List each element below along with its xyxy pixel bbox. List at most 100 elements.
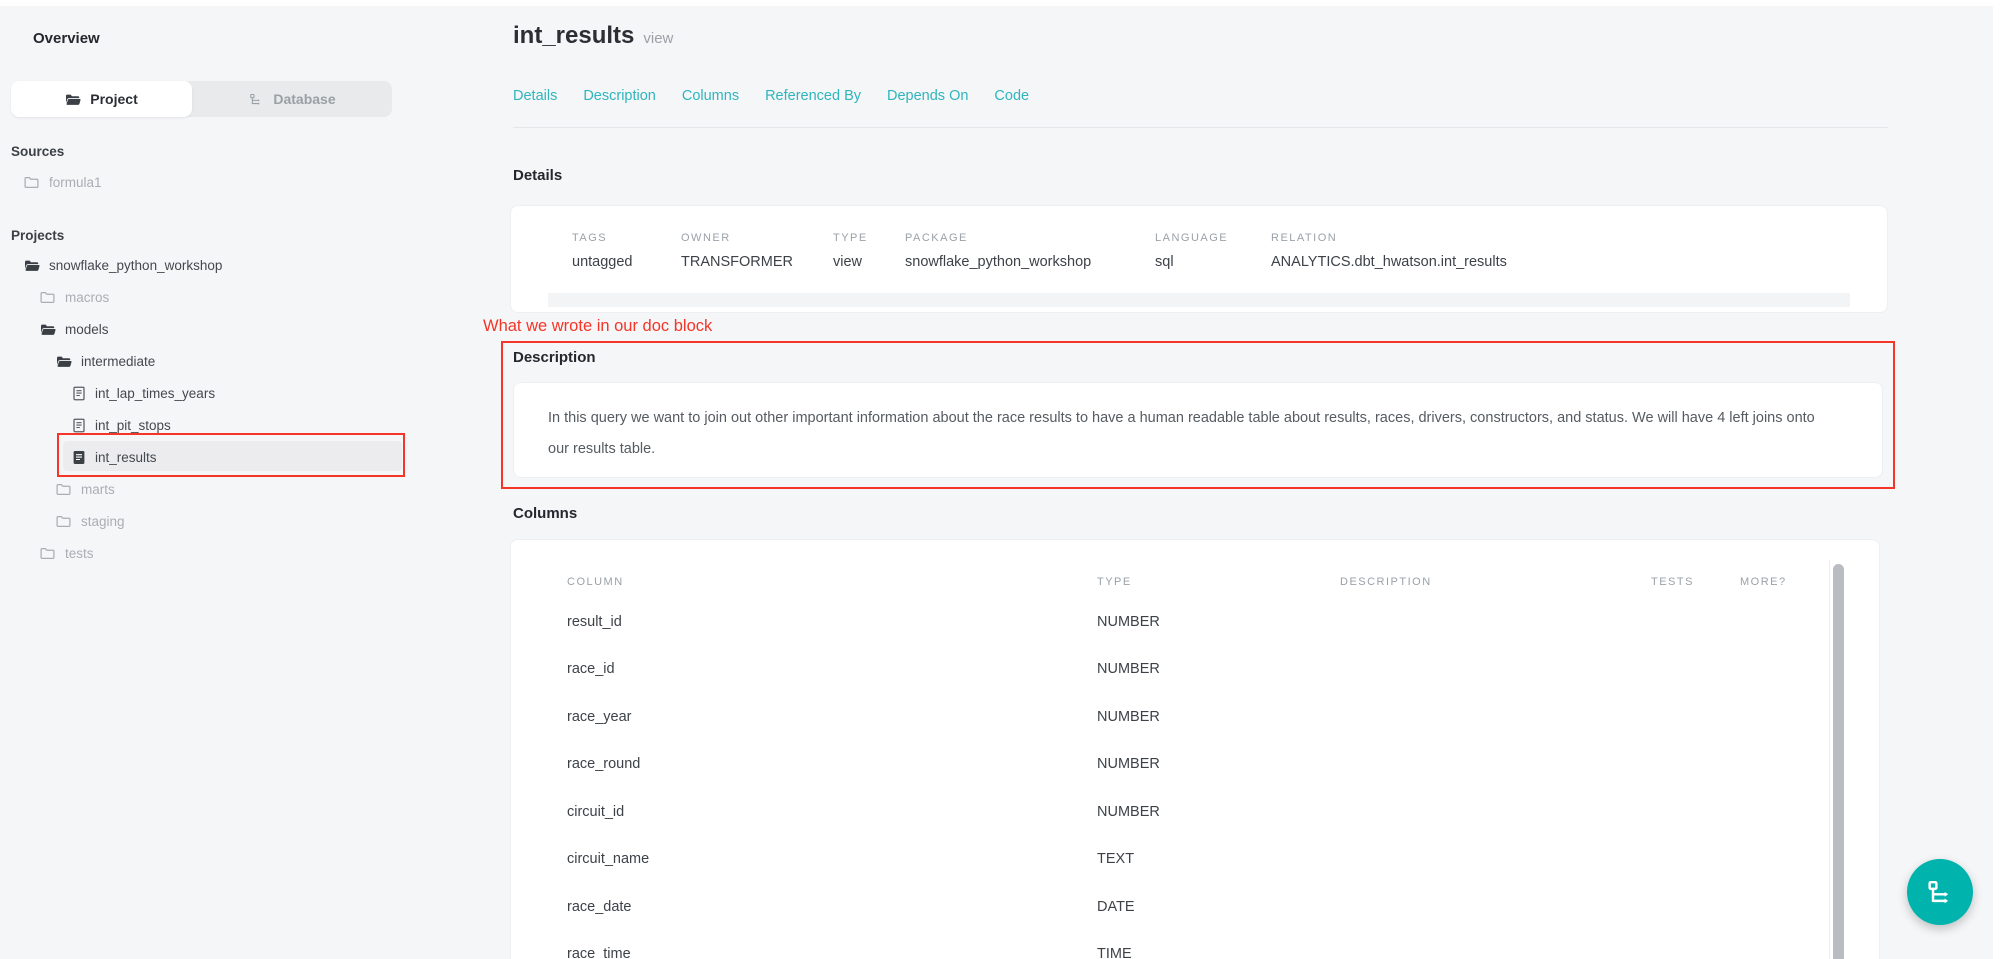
- table-row-race_year[interactable]: race_yearNUMBER: [547, 693, 1879, 741]
- detail-field-value: untagged: [572, 254, 681, 270]
- tree-item-int_results[interactable]: int_results: [0, 441, 460, 473]
- cell-column: race_time: [547, 946, 1097, 959]
- tree-item-label: int_results: [95, 450, 157, 465]
- tab-code[interactable]: Code: [994, 88, 1029, 104]
- detail-field-label: RELATION: [1271, 232, 1507, 244]
- model-name: int_results: [513, 22, 634, 49]
- description-heading: Description: [513, 349, 596, 366]
- table-row-race_round[interactable]: race_roundNUMBER: [547, 741, 1879, 789]
- folder-icon: [56, 514, 72, 529]
- detail-field-package: PACKAGE snowflake_python_workshop: [905, 232, 1155, 270]
- detail-field-owner: OWNER TRANSFORMER: [681, 232, 833, 270]
- cell-column: circuit_name: [547, 851, 1097, 867]
- detail-field-language: LANGUAGE sql: [1155, 232, 1271, 270]
- tree-item-label: tests: [65, 546, 94, 561]
- page-title: int_results view: [513, 22, 673, 50]
- tab-columns[interactable]: Columns: [682, 88, 739, 104]
- description-card: In this query we want to join out other …: [513, 382, 1883, 478]
- detail-field-label: PACKAGE: [905, 232, 1155, 244]
- file-icon: [72, 386, 86, 401]
- details-collapsed-strip: [548, 293, 1850, 307]
- details-fields: TAGS untaggedOWNER TRANSFORMERTYPE viewPACK…: [511, 206, 1887, 270]
- tab-description[interactable]: Description: [583, 88, 656, 104]
- folder-icon: [40, 546, 56, 561]
- folder-icon: [40, 290, 56, 305]
- tree-item-label: snowflake_python_workshop: [49, 258, 222, 273]
- columns-heading: Columns: [513, 505, 577, 522]
- tree-item-label: models: [65, 322, 109, 337]
- cell-type: DATE: [1097, 899, 1340, 915]
- column-header-column: COLUMN: [547, 576, 1097, 588]
- folder-icon: [24, 175, 40, 190]
- dbt-docs-page: Overview Project Database Sources formul…: [0, 0, 2000, 959]
- tree-item-label: int_pit_stops: [95, 418, 171, 433]
- cell-type: NUMBER: [1097, 756, 1340, 772]
- table-row-circuit_id[interactable]: circuit_idNUMBER: [547, 788, 1879, 836]
- cell-type: NUMBER: [1097, 614, 1340, 630]
- cell-column: race_year: [547, 709, 1097, 725]
- table-row-race_id[interactable]: race_idNUMBER: [547, 646, 1879, 694]
- annotation-text: What we wrote in our doc block: [483, 317, 712, 336]
- detail-field-value: view: [833, 254, 905, 270]
- description-text: In this query we want to join out other …: [514, 383, 1854, 465]
- table-row-circuit_name[interactable]: circuit_nameTEXT: [547, 836, 1879, 884]
- detail-field-label: TAGS: [572, 232, 681, 244]
- cell-type: NUMBER: [1097, 804, 1340, 820]
- folder-open-icon: [24, 258, 40, 273]
- tree-item-label: staging: [81, 514, 125, 529]
- tree-item-label: formula1: [49, 175, 102, 190]
- tree-item-label: intermediate: [81, 354, 155, 369]
- cell-type: TIME: [1097, 946, 1340, 959]
- folder-open-icon: [40, 322, 56, 337]
- tab-divider: [513, 127, 1888, 128]
- detail-field-value: sql: [1155, 254, 1271, 270]
- cell-column: race_date: [547, 899, 1097, 915]
- lineage-icon: [1925, 877, 1956, 908]
- file-solid-icon: [72, 450, 86, 465]
- detail-field-value: snowflake_python_workshop: [905, 254, 1155, 270]
- details-card: TAGS untaggedOWNER TRANSFORMERTYPE viewPACK…: [510, 205, 1888, 313]
- tabs: Details Description Columns Referenced By De…: [513, 88, 1029, 104]
- details-heading: Details: [513, 167, 562, 184]
- columns-card: COLUMNTYPEDESCRIPTIONTESTSMORE? result_i…: [510, 539, 1880, 959]
- tree-item-label: macros: [65, 290, 109, 305]
- cell-column: result_id: [547, 614, 1097, 630]
- cell-type: TEXT: [1097, 851, 1340, 867]
- cell-column: race_round: [547, 756, 1097, 772]
- model-type-label: view: [643, 30, 673, 47]
- column-header-more: MORE?: [1740, 576, 1840, 588]
- folder-open-icon: [56, 354, 72, 369]
- tab-details[interactable]: Details: [513, 88, 557, 104]
- columns-table-body: result_idNUMBERrace_idNUMBERrace_yearNUM…: [547, 598, 1879, 959]
- table-scrollbar[interactable]: [1829, 560, 1849, 959]
- column-header-tests: TESTS: [1651, 576, 1740, 588]
- table-scrollbar-thumb[interactable]: [1833, 564, 1844, 959]
- lineage-graph-button[interactable]: [1907, 859, 1973, 925]
- detail-field-label: OWNER: [681, 232, 833, 244]
- column-header-type: TYPE: [1097, 576, 1340, 588]
- tab-depends-on[interactable]: Depends On: [887, 88, 968, 104]
- detail-field-value: TRANSFORMER: [681, 254, 833, 270]
- cell-column: circuit_id: [547, 804, 1097, 820]
- detail-field-label: TYPE: [833, 232, 905, 244]
- folder-icon: [56, 482, 72, 497]
- tree-item-label: marts: [81, 482, 115, 497]
- cell-type: NUMBER: [1097, 709, 1340, 725]
- cell-column: race_id: [547, 661, 1097, 677]
- tab-referenced-by[interactable]: Referenced By: [765, 88, 861, 104]
- main-content: int_resultsview DetailsDescriptionColumn…: [0, 0, 2000, 959]
- table-row-race_time[interactable]: race_timeTIME: [547, 931, 1879, 959]
- detail-field-value: ANALYTICS.dbt_hwatson.int_results: [1271, 254, 1507, 270]
- columns-table-header: COLUMNTYPEDESCRIPTIONTESTSMORE?: [547, 576, 1879, 588]
- column-header-description: DESCRIPTION: [1340, 576, 1651, 588]
- table-row-result_id[interactable]: result_idNUMBER: [547, 598, 1879, 646]
- table-row-race_date[interactable]: race_dateDATE: [547, 883, 1879, 931]
- detail-field-label: LANGUAGE: [1155, 232, 1271, 244]
- detail-field-relation: RELATION ANALYTICS.dbt_hwatson.int_result…: [1271, 232, 1507, 270]
- columns-table: COLUMNTYPEDESCRIPTIONTESTSMORE? result_i…: [511, 540, 1879, 959]
- detail-field-type: TYPE view: [833, 232, 905, 270]
- cell-type: NUMBER: [1097, 661, 1340, 677]
- detail-field-tags: TAGS untagged: [572, 232, 681, 270]
- file-icon: [72, 418, 86, 433]
- tree-item-label: int_lap_times_years: [95, 386, 215, 401]
